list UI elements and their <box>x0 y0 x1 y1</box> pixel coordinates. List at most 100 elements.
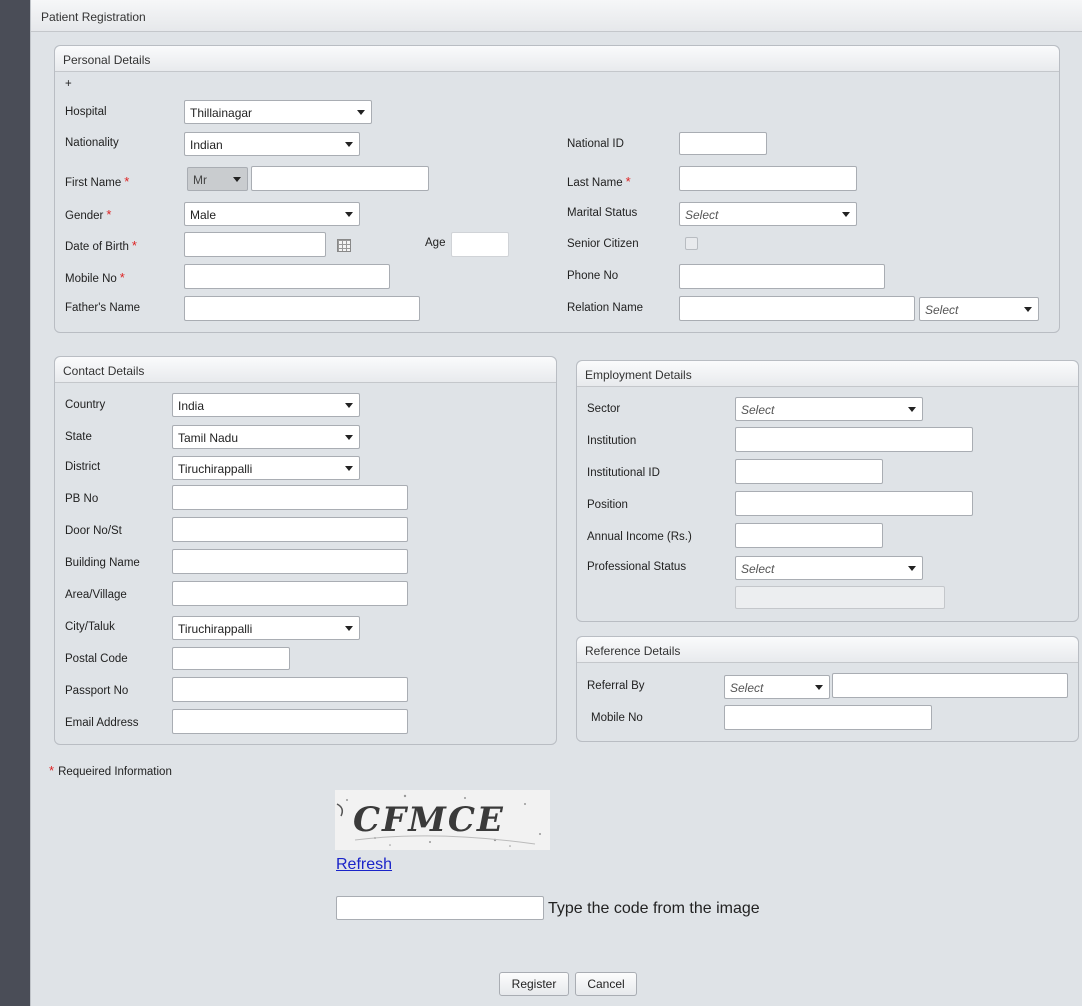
chevron-down-icon <box>345 142 353 147</box>
postal-code-label: Postal Code <box>65 653 128 665</box>
captcha-input[interactable] <box>336 896 544 920</box>
dob-label: Date of Birth * <box>65 238 137 253</box>
chevron-down-icon <box>357 110 365 115</box>
district-select[interactable]: Tiruchirappalli <box>172 456 360 480</box>
reference-mobile-input[interactable] <box>724 705 932 730</box>
sector-select[interactable]: Select <box>735 397 923 421</box>
national-id-label: National ID <box>567 138 624 150</box>
national-id-input[interactable] <box>679 132 767 155</box>
first-name-label: First Name * <box>65 174 130 189</box>
hospital-label: Hospital <box>65 106 107 118</box>
nationality-value: Indian <box>190 138 223 152</box>
chevron-down-icon <box>345 466 353 471</box>
cancel-button[interactable]: Cancel <box>575 972 637 996</box>
country-select[interactable]: India <box>172 393 360 417</box>
sector-value: Select <box>741 403 775 417</box>
district-label: District <box>65 461 101 473</box>
city-taluk-select[interactable]: Tiruchirappalli <box>172 616 360 640</box>
professional-status-detail-field <box>735 586 945 609</box>
chevron-down-icon <box>908 566 916 571</box>
chevron-down-icon <box>233 177 241 182</box>
senior-citizen-checkbox[interactable] <box>685 237 698 250</box>
door-no-label: Door No/St <box>65 525 122 537</box>
nationality-label: Nationality <box>65 137 119 149</box>
gender-select[interactable]: Male <box>184 202 360 226</box>
chevron-down-icon <box>842 212 850 217</box>
postal-code-input[interactable] <box>172 647 290 670</box>
chevron-down-icon <box>815 685 823 690</box>
reference-details-header: Reference Details <box>577 637 1078 663</box>
referral-name-input[interactable] <box>832 673 1068 698</box>
hospital-select[interactable]: Thillainagar <box>184 100 372 124</box>
passport-no-label: Passport No <box>65 685 129 697</box>
country-value: India <box>178 399 205 413</box>
city-taluk-label: City/Taluk <box>65 621 115 633</box>
building-name-input[interactable] <box>172 549 408 574</box>
title-value: Mr <box>193 173 207 187</box>
country-label: Country <box>65 399 106 411</box>
passport-no-input[interactable] <box>172 677 408 702</box>
area-village-input[interactable] <box>172 581 408 606</box>
chevron-down-icon <box>345 435 353 440</box>
employment-details-title: Employment Details <box>585 368 692 382</box>
professional-status-label: Professional Status <box>587 561 687 573</box>
contact-details-header: Contact Details <box>55 357 556 383</box>
register-button[interactable]: Register <box>499 972 569 996</box>
state-value: Tamil Nadu <box>178 431 239 445</box>
nationality-select[interactable]: Indian <box>184 132 360 156</box>
building-name-label: Building Name <box>65 557 140 569</box>
employment-details-group: Employment Details Sector Select Institu… <box>576 360 1079 622</box>
title-select[interactable]: Mr <box>187 167 248 191</box>
calendar-icon[interactable] <box>337 239 351 252</box>
door-no-input[interactable] <box>172 517 408 542</box>
relation-value: Select <box>925 303 959 317</box>
relation-select[interactable]: Select <box>919 297 1039 321</box>
reference-mobile-label: Mobile No <box>591 712 643 724</box>
last-name-input[interactable] <box>679 166 857 191</box>
refresh-captcha-link[interactable]: Refresh <box>336 856 392 874</box>
mobile-input[interactable] <box>184 264 390 289</box>
chevron-down-icon <box>1024 307 1032 312</box>
captcha-hint: Type the code from the image <box>548 900 760 917</box>
relation-name-input[interactable] <box>679 296 915 321</box>
marital-status-select[interactable]: Select <box>679 202 857 226</box>
pb-no-input[interactable] <box>172 485 408 510</box>
gender-label: Gender * <box>65 207 112 222</box>
captcha-image: CFMCE <box>335 790 550 850</box>
contact-details-title: Contact Details <box>63 364 145 378</box>
institutional-id-label: Institutional ID <box>587 467 660 479</box>
personal-details-header: Personal Details <box>55 46 1059 72</box>
last-name-label: Last Name * <box>567 174 631 189</box>
expand-plus[interactable]: + <box>65 78 72 90</box>
annual-income-input[interactable] <box>735 523 883 548</box>
first-name-input[interactable] <box>251 166 429 191</box>
professional-status-select[interactable]: Select <box>735 556 923 580</box>
institution-input[interactable] <box>735 427 973 452</box>
phone-label: Phone No <box>567 270 619 282</box>
reference-details-title: Reference Details <box>585 644 681 658</box>
chevron-down-icon <box>345 212 353 217</box>
personal-details-title: Personal Details <box>63 53 151 67</box>
annual-income-label: Annual Income (Rs.) <box>587 531 692 543</box>
employment-details-header: Employment Details <box>577 361 1078 387</box>
pb-no-label: PB No <box>65 493 99 505</box>
registration-panel: Patient Registration Personal Details + … <box>30 0 1082 1006</box>
age-input[interactable] <box>451 232 509 257</box>
panel-title: Patient Registration <box>41 10 146 24</box>
email-input[interactable] <box>172 709 408 734</box>
institutional-id-input[interactable] <box>735 459 883 484</box>
required-info-note: * Requeired Information <box>49 763 172 778</box>
panel-header: Patient Registration <box>31 0 1082 32</box>
area-village-label: Area/Village <box>65 589 127 601</box>
dob-input[interactable] <box>184 232 326 257</box>
marital-status-value: Select <box>685 208 719 222</box>
father-name-input[interactable] <box>184 296 420 321</box>
relation-name-label: Relation Name <box>567 302 644 314</box>
district-value: Tiruchirappalli <box>178 462 253 476</box>
referral-by-select[interactable]: Select <box>724 675 830 699</box>
position-input[interactable] <box>735 491 973 516</box>
phone-input[interactable] <box>679 264 885 289</box>
personal-details-group: Personal Details + Hospital Thillainagar… <box>54 45 1060 333</box>
state-select[interactable]: Tamil Nadu <box>172 425 360 449</box>
gender-value: Male <box>190 208 217 222</box>
